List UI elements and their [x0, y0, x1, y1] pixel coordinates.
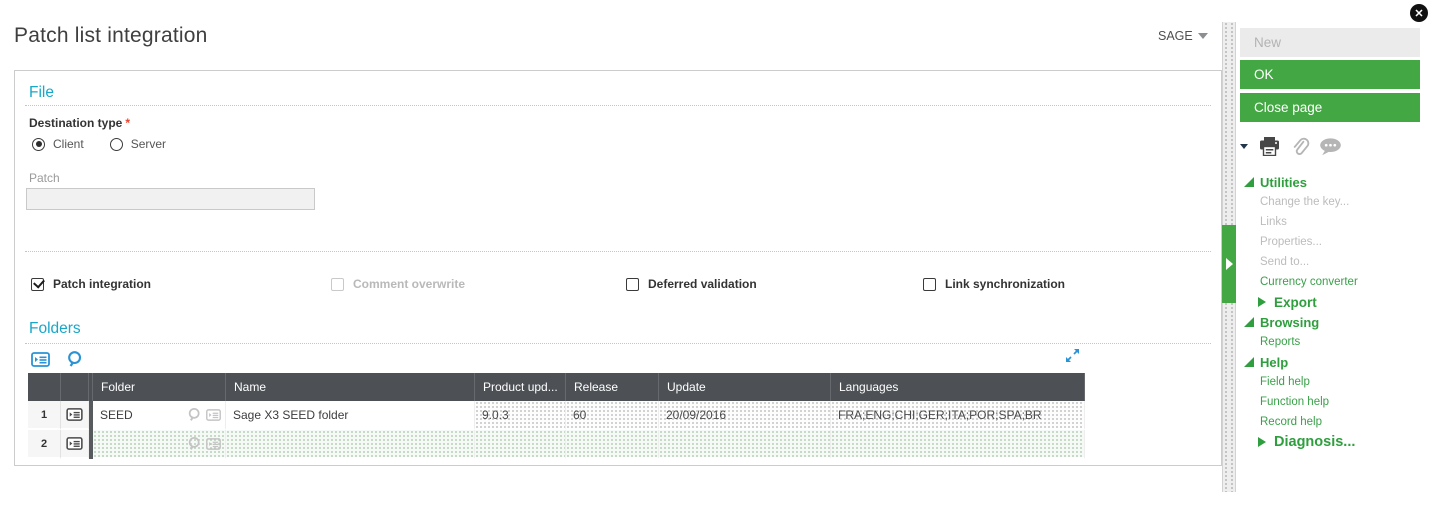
ok-button[interactable]: OK	[1240, 60, 1420, 89]
context-menu: Utilities Change the key... Links Proper…	[1244, 172, 1430, 452]
column-header-folder[interactable]: Folder	[93, 373, 226, 401]
checkbox-disabled-icon	[331, 278, 344, 291]
menu-item-currency-converter[interactable]: Currency converter	[1244, 272, 1430, 292]
cell-name[interactable]: Sage X3 SEED folder	[226, 401, 475, 430]
patch-form-panel: File Destination type* Client Server Pat…	[14, 70, 1222, 466]
checkbox-comment-overwrite: Comment overwrite	[331, 277, 465, 291]
radio-selected-icon	[32, 138, 45, 151]
menu-subsection-export[interactable]: Export	[1244, 292, 1430, 312]
section-divider	[25, 343, 1211, 344]
cell-languages	[831, 430, 1085, 459]
header-action	[61, 373, 89, 401]
column-header-release[interactable]: Release	[566, 373, 659, 401]
cell-languages: FRA;ENG;CHI;GER;ITA;POR;SPA;BR	[831, 401, 1085, 430]
column-header-languages[interactable]: Languages	[831, 373, 1085, 401]
close-icon: ✕	[1414, 7, 1423, 20]
cell-product-update	[475, 430, 566, 459]
user-menu-label: SAGE	[1158, 29, 1193, 43]
section-divider	[25, 105, 1211, 106]
row-detail-icon	[66, 437, 83, 450]
menu-item-send-to: Send to...	[1244, 252, 1430, 272]
page-title: Patch list integration	[14, 24, 208, 48]
table-row: 1 SEED Sage X3 SEED folder 9	[28, 401, 1085, 430]
menu-item-properties: Properties...	[1244, 232, 1430, 252]
cell-release: 60	[566, 401, 659, 430]
cell-product-update: 9.0.3	[475, 401, 566, 430]
checkbox-link-synchronization[interactable]: Link synchronization	[923, 277, 1065, 291]
column-header-update[interactable]: Update	[659, 373, 831, 401]
menu-section-help[interactable]: Help	[1244, 352, 1430, 372]
cell-lookup-icon[interactable]	[187, 436, 202, 451]
patch-input[interactable]	[26, 188, 315, 210]
grid-fullscreen-icon[interactable]	[1065, 348, 1080, 363]
cell-release	[566, 430, 659, 459]
chevron-right-icon	[1226, 258, 1233, 270]
panel-collapse-handle[interactable]	[1222, 225, 1236, 303]
row-detail-icon	[66, 408, 83, 421]
utility-icon-row	[1240, 136, 1342, 157]
column-header-name[interactable]: Name	[226, 373, 475, 401]
row-detail-button[interactable]	[61, 430, 89, 459]
table-header-row: Folder Name Product upd... Release Updat…	[28, 373, 1085, 401]
row-number: 2	[28, 430, 61, 459]
checkbox-deferred-validation[interactable]: Deferred validation	[626, 277, 757, 291]
row-detail-button[interactable]	[61, 401, 89, 430]
triangle-expanded-icon	[1244, 177, 1254, 187]
new-button: New	[1240, 28, 1420, 57]
folders-table: Folder Name Product upd... Release Updat…	[28, 373, 1085, 459]
grid-toolbar	[31, 350, 84, 368]
radio-client[interactable]: Client	[32, 137, 84, 151]
cell-lookup-icon[interactable]	[187, 407, 202, 422]
menu-item-reports[interactable]: Reports	[1244, 332, 1430, 352]
destination-type-label: Destination type*	[29, 116, 130, 130]
triangle-collapsed-icon	[1258, 437, 1266, 447]
menu-section-utilities[interactable]: Utilities	[1244, 172, 1430, 192]
radio-unselected-icon	[110, 138, 123, 151]
cell-name[interactable]	[226, 430, 475, 459]
cell-update: 20/09/2016	[659, 401, 831, 430]
triangle-expanded-icon	[1244, 317, 1254, 327]
menu-item-field-help[interactable]: Field help	[1244, 372, 1430, 392]
menu-subsection-diagnosis[interactable]: Diagnosis...	[1244, 432, 1430, 452]
file-section-title: File	[29, 84, 54, 102]
grid-detail-icon[interactable]	[31, 352, 50, 367]
grid-search-icon[interactable]	[66, 350, 84, 368]
triangle-collapsed-icon	[1258, 297, 1266, 307]
cell-folder[interactable]	[93, 430, 226, 459]
triangle-expanded-icon	[1244, 357, 1254, 367]
checkbox-checked-icon	[31, 278, 44, 291]
patch-field-label: Patch	[29, 171, 60, 185]
cell-detail-icon[interactable]	[206, 409, 221, 421]
destination-type-radio-group: Client Server	[32, 137, 166, 151]
checkbox-unchecked-icon	[923, 278, 936, 291]
chevron-down-icon	[1198, 33, 1208, 39]
panel-splitter[interactable]	[1222, 22, 1236, 492]
close-window-button[interactable]: ✕	[1410, 4, 1428, 22]
column-header-product-update[interactable]: Product upd...	[475, 373, 566, 401]
required-asterisk: *	[125, 116, 130, 130]
table-row: 2	[28, 430, 1085, 459]
print-icon[interactable]	[1259, 137, 1280, 156]
cell-folder[interactable]: SEED	[93, 401, 226, 430]
menu-item-links: Links	[1244, 212, 1430, 232]
comment-icon[interactable]	[1319, 138, 1342, 156]
user-menu-dropdown[interactable]: SAGE	[1158, 29, 1208, 43]
menu-item-record-help[interactable]: Record help	[1244, 412, 1430, 432]
close-page-button[interactable]: Close page	[1240, 93, 1420, 122]
row-number: 1	[28, 401, 61, 430]
menu-item-change-the-key: Change the key...	[1244, 192, 1430, 212]
section-divider	[25, 251, 1211, 252]
checkbox-patch-integration[interactable]: Patch integration	[31, 277, 151, 291]
menu-item-function-help[interactable]: Function help	[1244, 392, 1430, 412]
cell-detail-icon[interactable]	[206, 438, 221, 450]
options-checkbox-row: Patch integration Comment overwrite Defe…	[15, 277, 1221, 297]
header-row-number	[28, 373, 61, 401]
cell-update	[659, 430, 831, 459]
folders-section-title: Folders	[29, 320, 81, 338]
menu-section-browsing[interactable]: Browsing	[1244, 312, 1430, 332]
checkbox-unchecked-icon	[626, 278, 639, 291]
radio-server[interactable]: Server	[110, 137, 166, 151]
attachment-icon[interactable]	[1289, 136, 1310, 157]
dropdown-caret-icon[interactable]	[1240, 144, 1248, 149]
